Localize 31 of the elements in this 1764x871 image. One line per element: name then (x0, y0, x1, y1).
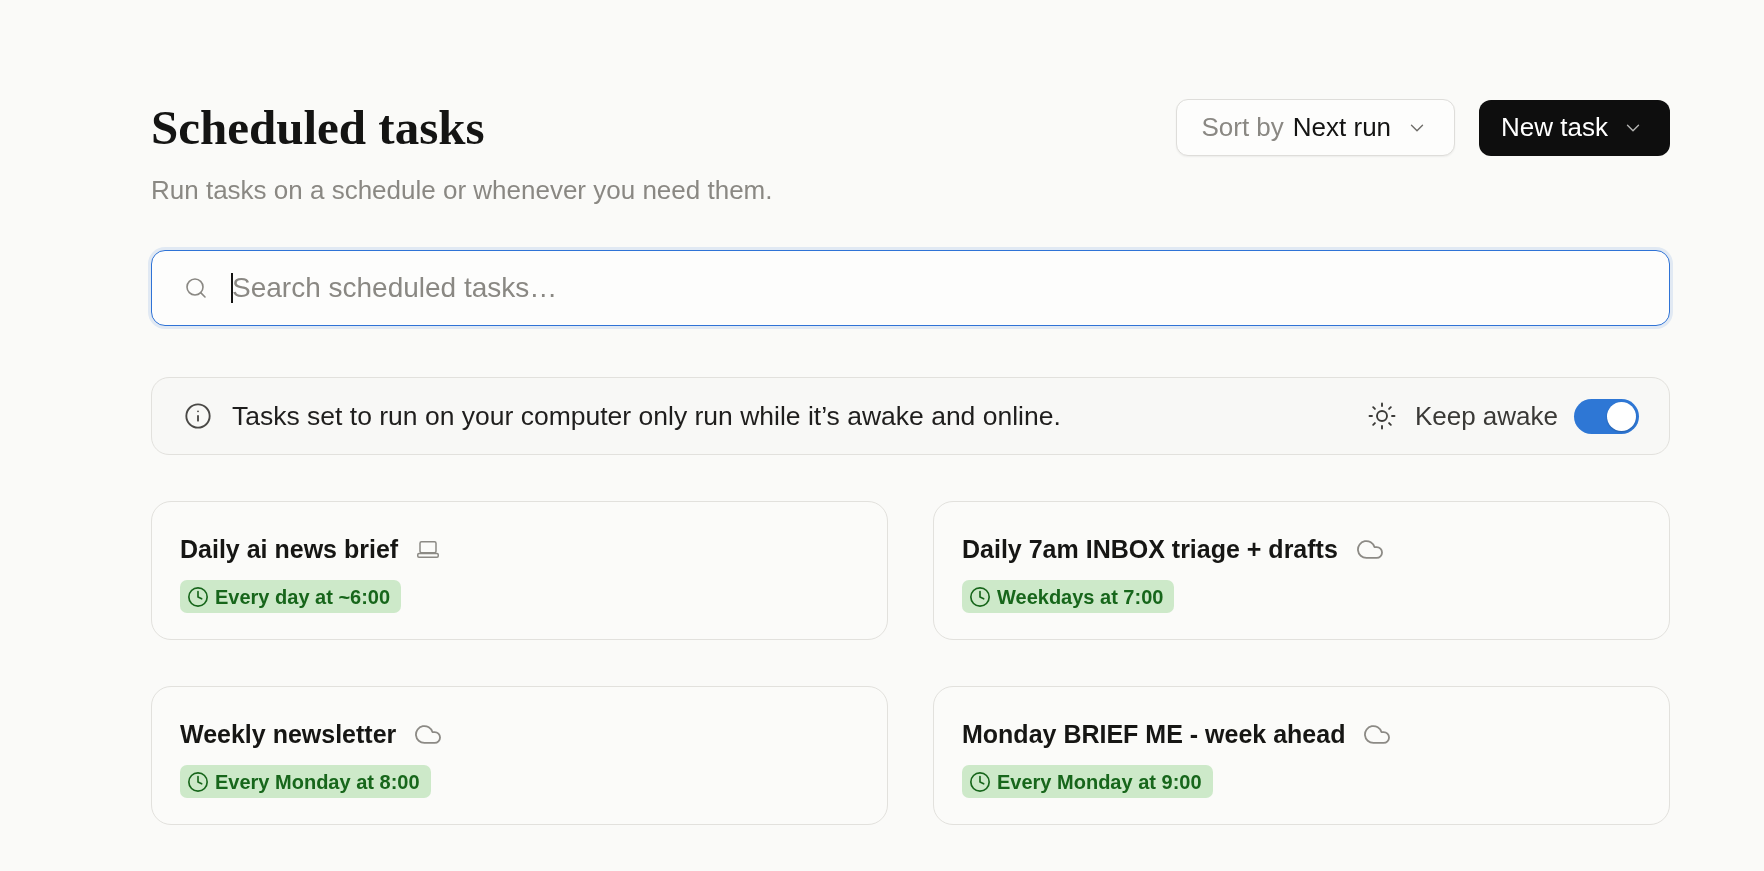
notice-text: Tasks set to run on your computer only run while it’s awake and online. (232, 400, 1061, 432)
clock-icon (187, 585, 209, 608)
clock-icon (187, 770, 209, 793)
clock-icon (969, 585, 991, 608)
task-title: Monday BRIEF ME - week ahead (962, 719, 1346, 749)
schedule-text: Weekdays at 7:00 (997, 584, 1164, 609)
task-title: Daily ai news brief (180, 534, 399, 564)
page-subtitle: Run tasks on a schedule or whenever you need them. (151, 174, 773, 206)
keep-awake-label: Keep awake (1414, 400, 1558, 432)
schedule-text: Every Monday at 8:00 (215, 769, 420, 794)
cloud-icon (1364, 724, 1391, 744)
new-task-button[interactable]: New task (1479, 99, 1670, 156)
page-title: Scheduled tasks (151, 99, 486, 157)
search-icon (184, 276, 208, 300)
cloud-icon (415, 724, 442, 744)
task-card[interactable]: Daily 7am INBOX triage + drafts Weekdays at 7:00 (933, 501, 1670, 640)
clock-icon (969, 770, 991, 793)
search-field[interactable]: Search scheduled tasks… (151, 250, 1670, 326)
task-card[interactable]: Weekly newsletter Every Monday at 8:00 (151, 686, 888, 825)
sun-icon (1366, 401, 1397, 431)
task-card[interactable]: Monday BRIEF ME - week ahead Every Monday at 9:00 (933, 686, 1670, 825)
sort-dropdown[interactable]: Sort by Next run (1176, 99, 1456, 156)
schedule-text: Every day at ~6:00 (215, 584, 391, 609)
cloud-icon (1356, 539, 1383, 559)
schedule-text: Every Monday at 9:00 (997, 769, 1202, 794)
laptop-icon (417, 540, 440, 558)
info-icon (184, 402, 212, 430)
keep-awake-toggle[interactable] (1574, 398, 1639, 434)
task-card[interactable]: Daily ai news brief Every day at ~6:00 (151, 501, 888, 640)
task-title: Daily 7am INBOX triage + drafts (962, 534, 1338, 564)
task-title: Weekly newsletter (180, 719, 397, 749)
